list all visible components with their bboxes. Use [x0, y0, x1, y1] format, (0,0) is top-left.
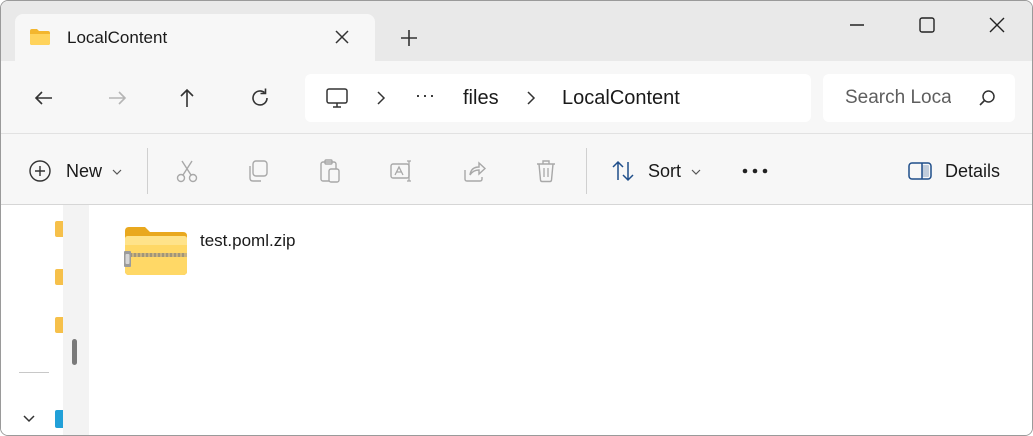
- sort-label: Sort: [648, 161, 682, 181]
- rename-icon[interactable]: [389, 158, 415, 184]
- file-name[interactable]: test.poml.zip: [200, 231, 295, 251]
- folder-icon[interactable]: [55, 317, 63, 333]
- folder-icon[interactable]: [55, 269, 63, 285]
- scrollbar-thumb[interactable]: [72, 339, 77, 365]
- navigation-bar: ··· files LocalContent Search Loca: [1, 61, 1032, 133]
- new-tab-icon[interactable]: [397, 26, 421, 50]
- maximize-icon[interactable]: [913, 11, 941, 39]
- close-window-icon[interactable]: [983, 11, 1011, 39]
- new-label: New: [66, 161, 103, 181]
- folder-icon: [30, 29, 50, 45]
- folder-icon[interactable]: [55, 221, 63, 237]
- breadcrumb-localcontent[interactable]: LocalContent: [562, 87, 680, 110]
- this-pc-icon[interactable]: [325, 86, 349, 110]
- cut-icon[interactable]: [174, 158, 200, 184]
- search-icon[interactable]: [977, 88, 997, 108]
- chevron-down-icon[interactable]: [21, 411, 37, 427]
- add-circle-icon: [29, 160, 51, 182]
- command-bar: New Sort Details: [1, 133, 1032, 205]
- nav-divider: [19, 372, 49, 373]
- tab-title: LocalContent: [67, 28, 168, 47]
- chevron-right-icon[interactable]: [373, 90, 389, 106]
- tab-localcontent[interactable]: LocalContent: [15, 14, 375, 62]
- address-bar[interactable]: ··· files LocalContent: [305, 74, 811, 122]
- details-pane-icon: [908, 162, 932, 180]
- minimize-icon[interactable]: [843, 11, 871, 39]
- close-tab-icon[interactable]: [331, 26, 353, 48]
- separator: [147, 148, 148, 194]
- details-button[interactable]: Details: [907, 158, 1007, 184]
- chevron-right-icon[interactable]: [523, 90, 539, 106]
- breadcrumb-overflow[interactable]: ···: [415, 85, 436, 106]
- separator: [586, 148, 587, 194]
- paste-icon[interactable]: [317, 158, 343, 184]
- nav-pane-scrollbar[interactable]: [63, 205, 89, 435]
- navigation-pane: [1, 205, 63, 435]
- breadcrumb-files[interactable]: files: [463, 87, 499, 110]
- share-icon[interactable]: [461, 158, 487, 184]
- search-input[interactable]: Search Loca: [845, 87, 951, 109]
- new-button[interactable]: New: [27, 158, 127, 184]
- chevron-down-icon: [112, 169, 122, 175]
- sort-icon: [612, 160, 634, 182]
- drive-icon[interactable]: [55, 410, 63, 428]
- details-label: Details: [945, 161, 1001, 181]
- up-icon[interactable]: [174, 85, 200, 111]
- search-box[interactable]: Search Loca: [823, 74, 1015, 122]
- file-explorer-window: LocalContent ··· files LocalContent Sear…: [0, 0, 1033, 436]
- file-list: test.poml.zip: [89, 205, 1032, 435]
- more-options-icon[interactable]: [741, 158, 771, 184]
- back-icon[interactable]: [31, 85, 57, 111]
- delete-icon[interactable]: [533, 158, 559, 184]
- forward-icon[interactable]: [104, 85, 130, 111]
- zip-folder-icon: [124, 227, 187, 275]
- copy-icon[interactable]: [245, 158, 271, 184]
- chevron-down-icon: [691, 169, 701, 175]
- file-item[interactable]: test.poml.zip: [115, 219, 345, 281]
- refresh-icon[interactable]: [247, 85, 273, 111]
- sort-button[interactable]: Sort: [610, 158, 710, 184]
- title-bar: LocalContent: [1, 1, 1032, 62]
